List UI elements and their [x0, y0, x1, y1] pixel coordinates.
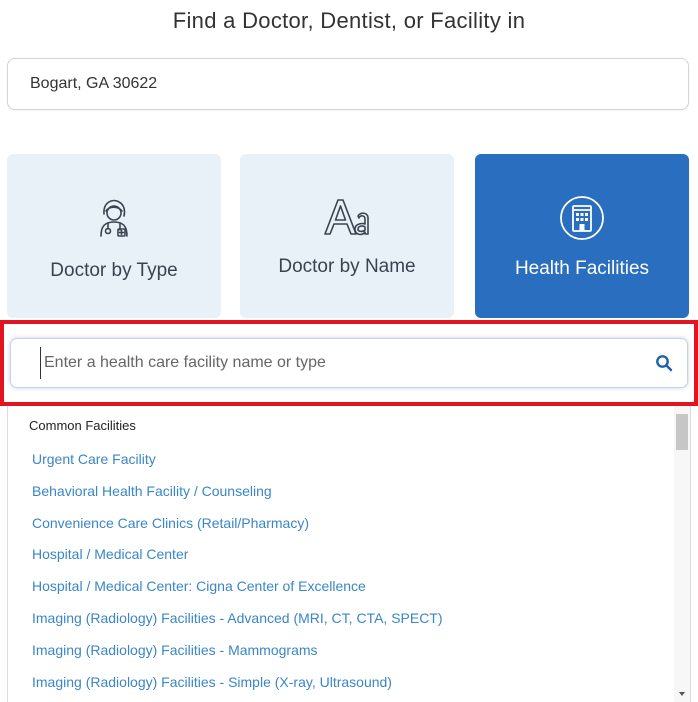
doctor-by-name-tab[interactable]: Doctor by Name: [240, 154, 454, 318]
list-item[interactable]: Imaging (Radiology) Facilities - Advance…: [32, 609, 443, 641]
dropdown-group-title: Common Facilities: [29, 418, 136, 433]
list-item[interactable]: Imaging (Radiology) Facilities - Simple …: [32, 673, 443, 702]
doctor-by-type-label: Doctor by Type: [50, 260, 178, 281]
page-title: Find a Doctor, Dentist, or Facility in: [172, 8, 526, 33]
building-icon: [475, 194, 689, 242]
list-item[interactable]: Behavioral Health Facility / Counseling: [32, 482, 443, 514]
facility-search-box: [10, 338, 688, 388]
facility-search-input[interactable]: [40, 347, 640, 379]
search-icon[interactable]: [655, 354, 673, 372]
list-item[interactable]: Convenience Care Clinics (Retail/Pharmac…: [32, 514, 443, 546]
facility-suggestions-dropdown: Common Facilities Urgent Care Facility B…: [7, 406, 691, 702]
location-field[interactable]: Bogart, GA 30622: [7, 58, 689, 110]
list-item[interactable]: Urgent Care Facility: [32, 450, 443, 482]
list-item[interactable]: Imaging (Radiology) Facilities - Mammogr…: [32, 641, 443, 673]
scrollbar-thumb[interactable]: [676, 414, 688, 450]
doctor-icon: [7, 194, 221, 240]
doctor-by-type-tab[interactable]: Doctor by Type: [7, 154, 221, 318]
list-item[interactable]: Hospital / Medical Center: Cigna Center …: [32, 577, 443, 609]
doctor-by-name-label: Doctor by Name: [278, 256, 416, 277]
health-facilities-label: Health Facilities: [514, 258, 650, 279]
list-item[interactable]: Hospital / Medical Center: [32, 545, 443, 577]
letters-aa-icon: [240, 194, 454, 240]
dropdown-scrollbar[interactable]: [674, 406, 690, 702]
health-facilities-tab[interactable]: Health Facilities: [475, 154, 689, 318]
search-highlight-frame: [0, 320, 698, 406]
facility-list: Urgent Care Facility Behavioral Health F…: [32, 450, 443, 702]
scroll-down-arrow-icon[interactable]: [679, 692, 685, 696]
